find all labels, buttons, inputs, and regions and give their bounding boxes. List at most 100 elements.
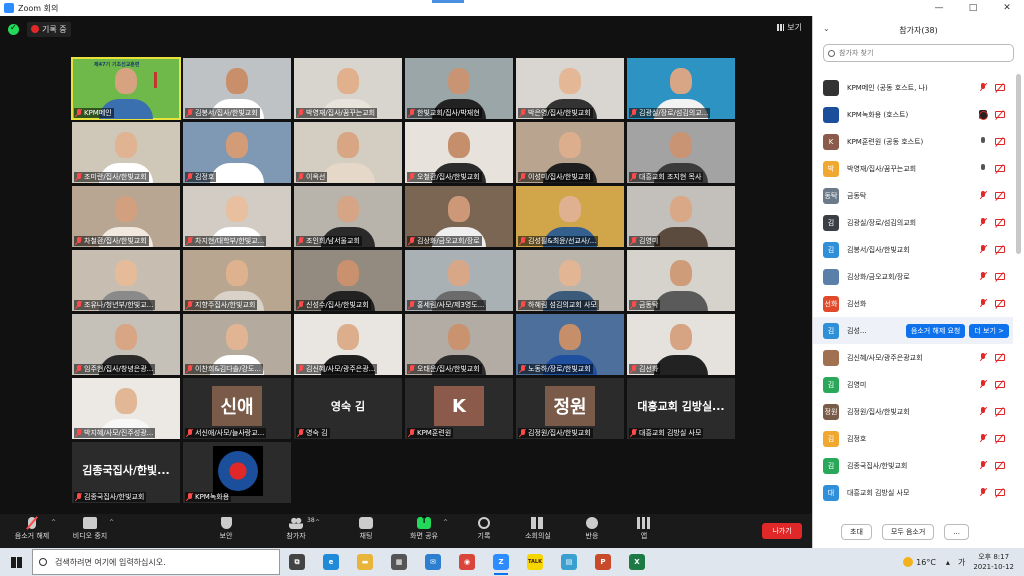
ask-to-unmute-button[interactable]: 음소거 해제 요청 (905, 323, 966, 338)
maximize-button[interactable]: □ (956, 0, 990, 16)
video-tile[interactable]: 김선화 (627, 314, 735, 375)
participant-row[interactable]: 선화 김선화 (813, 290, 1013, 317)
video-tile[interactable]: 영숙 김 영숙 김 (294, 378, 402, 439)
video-tile[interactable]: 박지혜/사모/진주성광... (72, 378, 180, 439)
participant-row[interactable]: K KPM훈련원 (공동 호스트) (813, 128, 1013, 155)
minimize-button[interactable]: — (922, 0, 956, 16)
video-tile[interactable]: 이성미/집사/한빛교회 (516, 122, 624, 183)
video-tile[interactable]: 대흥교회 조지현 목사 (627, 122, 735, 183)
network-icon[interactable]: ▴ (946, 558, 950, 567)
video-tile[interactable]: 박영재/집사/꿈꾸는교회 (294, 58, 402, 119)
video-tile[interactable]: 임주현/집사/창녕은광... (72, 314, 180, 375)
toolbar-button-apps[interactable]: 앱 (616, 517, 672, 541)
participant-row[interactable]: 김 김종국집사/한빛교회 (813, 452, 1013, 479)
video-tile[interactable]: 지향주집사/한빛교회 (183, 250, 291, 311)
participant-row[interactable]: 정원 김정원/집사/한빛교회 (813, 398, 1013, 425)
taskbar-app-chrome[interactable]: ◉ (450, 548, 484, 576)
video-tile[interactable]: 오철환/집사/한빛교회 (405, 122, 513, 183)
chevron-up-icon[interactable]: ^ (443, 519, 448, 526)
toolbar-button-video-camera[interactable]: 비디오 중지 ^ (62, 517, 118, 541)
toolbar-button-share-screen[interactable]: 화면 공유 ^ (396, 515, 452, 541)
toolbar-button-participants[interactable]: 참가자 ^ (268, 517, 324, 541)
video-tile[interactable]: 김상화/금오교회/장로 (405, 186, 513, 247)
video-tile[interactable]: KPM녹화용 (183, 442, 291, 503)
leave-button[interactable]: 나가기 (762, 523, 802, 539)
video-tile[interactable]: 노동하/장로/한빛교회 (516, 314, 624, 375)
video-tile[interactable]: 금동탁 (627, 250, 735, 311)
more-options-button[interactable]: ... (944, 524, 970, 540)
chevron-up-icon[interactable]: ^ (315, 519, 320, 526)
taskbar-app-edge[interactable]: e (314, 548, 348, 576)
video-tile[interactable]: 차철환/집사/한빛교회 (72, 186, 180, 247)
video-tile[interactable]: K KPM훈련원 (405, 378, 513, 439)
video-tile[interactable]: 이찬희&김다솔/강도... (183, 314, 291, 375)
participant-row[interactable]: 김상화/금오교회/장로 (813, 263, 1013, 290)
taskbar-app-task-view[interactable]: ⧉ (280, 548, 314, 576)
video-tile[interactable]: 조인희/남서울교회 (294, 186, 402, 247)
participant-row[interactable]: 김 김성... 음소거 해제 요청 더 보기 > (813, 317, 1013, 344)
close-button[interactable]: ✕ (990, 0, 1024, 16)
video-tile[interactable]: 홍세림/사모/제3영도... (405, 250, 513, 311)
video-tile[interactable]: 박은영/집사/한빛교회 (516, 58, 624, 119)
recording-indicator[interactable]: 기록 중 (27, 21, 71, 37)
video-tile[interactable]: 한빛교회/집사/박재현 (405, 58, 513, 119)
video-tile[interactable]: 김신혜/사모/광주은광... (294, 314, 402, 375)
participant-row[interactable]: 김 김광실/장로/섬김의교회 (813, 209, 1013, 236)
video-tile[interactable]: 김성필&최윤/선교사/... (516, 186, 624, 247)
ime-indicator[interactable]: 가 (958, 557, 965, 568)
video-tile[interactable]: 신애 서신애/사모/늘사랑교... (183, 378, 291, 439)
participant-row[interactable]: 박 박영재/집사/꿈꾸는교회 (813, 155, 1013, 182)
taskbar-app-file-explorer[interactable]: ▬ (348, 548, 382, 576)
start-button[interactable] (0, 548, 32, 576)
toolbar-button-chat[interactable]: 채팅 (338, 517, 394, 541)
participant-row[interactable]: KPM메인 (공동 호스트, 나) (813, 74, 1013, 101)
participant-row[interactable]: 김 김정호 (813, 425, 1013, 452)
taskbar-app-zoom[interactable]: Z (484, 548, 518, 576)
video-tile[interactable]: 정원 김정원/집사/한빛교회 (516, 378, 624, 439)
toolbar-button-breakout-rooms[interactable]: 소회의실 (510, 517, 566, 541)
chevron-up-icon[interactable]: ^ (109, 519, 114, 526)
participant-list-scrollbar[interactable] (1016, 74, 1021, 254)
chevron-up-icon[interactable]: ^ (51, 519, 56, 526)
participant-row[interactable]: 김 김영미 (813, 371, 1013, 398)
video-tile[interactable]: 대흥교회 김방실... 대흥교회 김방실 사모 (627, 378, 735, 439)
encryption-shield-icon[interactable] (8, 23, 19, 35)
video-tile[interactable]: 이옥선 (294, 122, 402, 183)
toolbar-button-mic-muted[interactable]: 음소거 해제 ^ (4, 517, 60, 541)
weather-widget[interactable]: 16°C (903, 557, 936, 567)
video-tile[interactable]: 김봉서/집사/한빛교회 (183, 58, 291, 119)
toolbar-button-record[interactable]: 기록 (456, 517, 512, 541)
toolbar-button-security-shield[interactable]: 보안 (198, 517, 254, 541)
chevron-down-icon[interactable]: ⌄ (823, 24, 830, 33)
participant-row[interactable]: 대 대흥교회 김방실 사모 (813, 479, 1013, 506)
video-tile[interactable]: 김광실/장로/섬김의교... (627, 58, 735, 119)
video-tile[interactable]: 김정호 (183, 122, 291, 183)
mute-all-button[interactable]: 모두 음소거 (881, 524, 935, 540)
taskbar-app-files[interactable]: ▤ (552, 548, 586, 576)
video-tile[interactable]: 조미란/집사/한빛교회 (72, 122, 180, 183)
video-tile[interactable]: 김종국집사/한빛... 김종국집사/한빛교회 (72, 442, 180, 503)
participant-search-input[interactable] (839, 49, 1009, 57)
participant-search-box[interactable] (823, 44, 1014, 62)
taskbar-app-excel[interactable]: X (620, 548, 654, 576)
participant-row[interactable]: 동탁 금동탁 (813, 182, 1013, 209)
toolbar-button-reactions[interactable]: 반응 (564, 517, 620, 541)
window-drag-handle[interactable] (432, 0, 464, 3)
video-tile[interactable]: 하혜림 섬김의교회 사모 (516, 250, 624, 311)
taskbar-app-store[interactable]: ▦ (382, 548, 416, 576)
taskbar-app-powerpoint[interactable]: P (586, 548, 620, 576)
participant-row[interactable]: KPM녹화용 (호스트) (813, 101, 1013, 128)
taskbar-app-kakaotalk[interactable]: TALK (518, 548, 552, 576)
video-tile[interactable]: 조유나/청년부/한빛교... (72, 250, 180, 311)
video-tile[interactable]: 신성수/집사/한빛교회 (294, 250, 402, 311)
more-button[interactable]: 더 보기 > (969, 323, 1009, 338)
participant-row[interactable]: 김 김봉서/집사/한빛교회 (813, 236, 1013, 263)
taskbar-search-box[interactable]: 검색하려면 여기에 입력하십시오. (32, 549, 280, 575)
video-tile[interactable]: 김영미 (627, 186, 735, 247)
video-tile[interactable]: 제47기 기초선교훈련 KPM메인 (71, 57, 181, 120)
video-tile[interactable]: 오태운/집사/한빛교회 (405, 314, 513, 375)
view-button[interactable]: 보기 (777, 22, 802, 33)
participant-row[interactable]: 김신혜/사모/광주은광교회 (813, 344, 1013, 371)
video-tile[interactable]: 차지현/대학부/한빛교... (183, 186, 291, 247)
taskbar-app-mail[interactable]: ✉ (416, 548, 450, 576)
